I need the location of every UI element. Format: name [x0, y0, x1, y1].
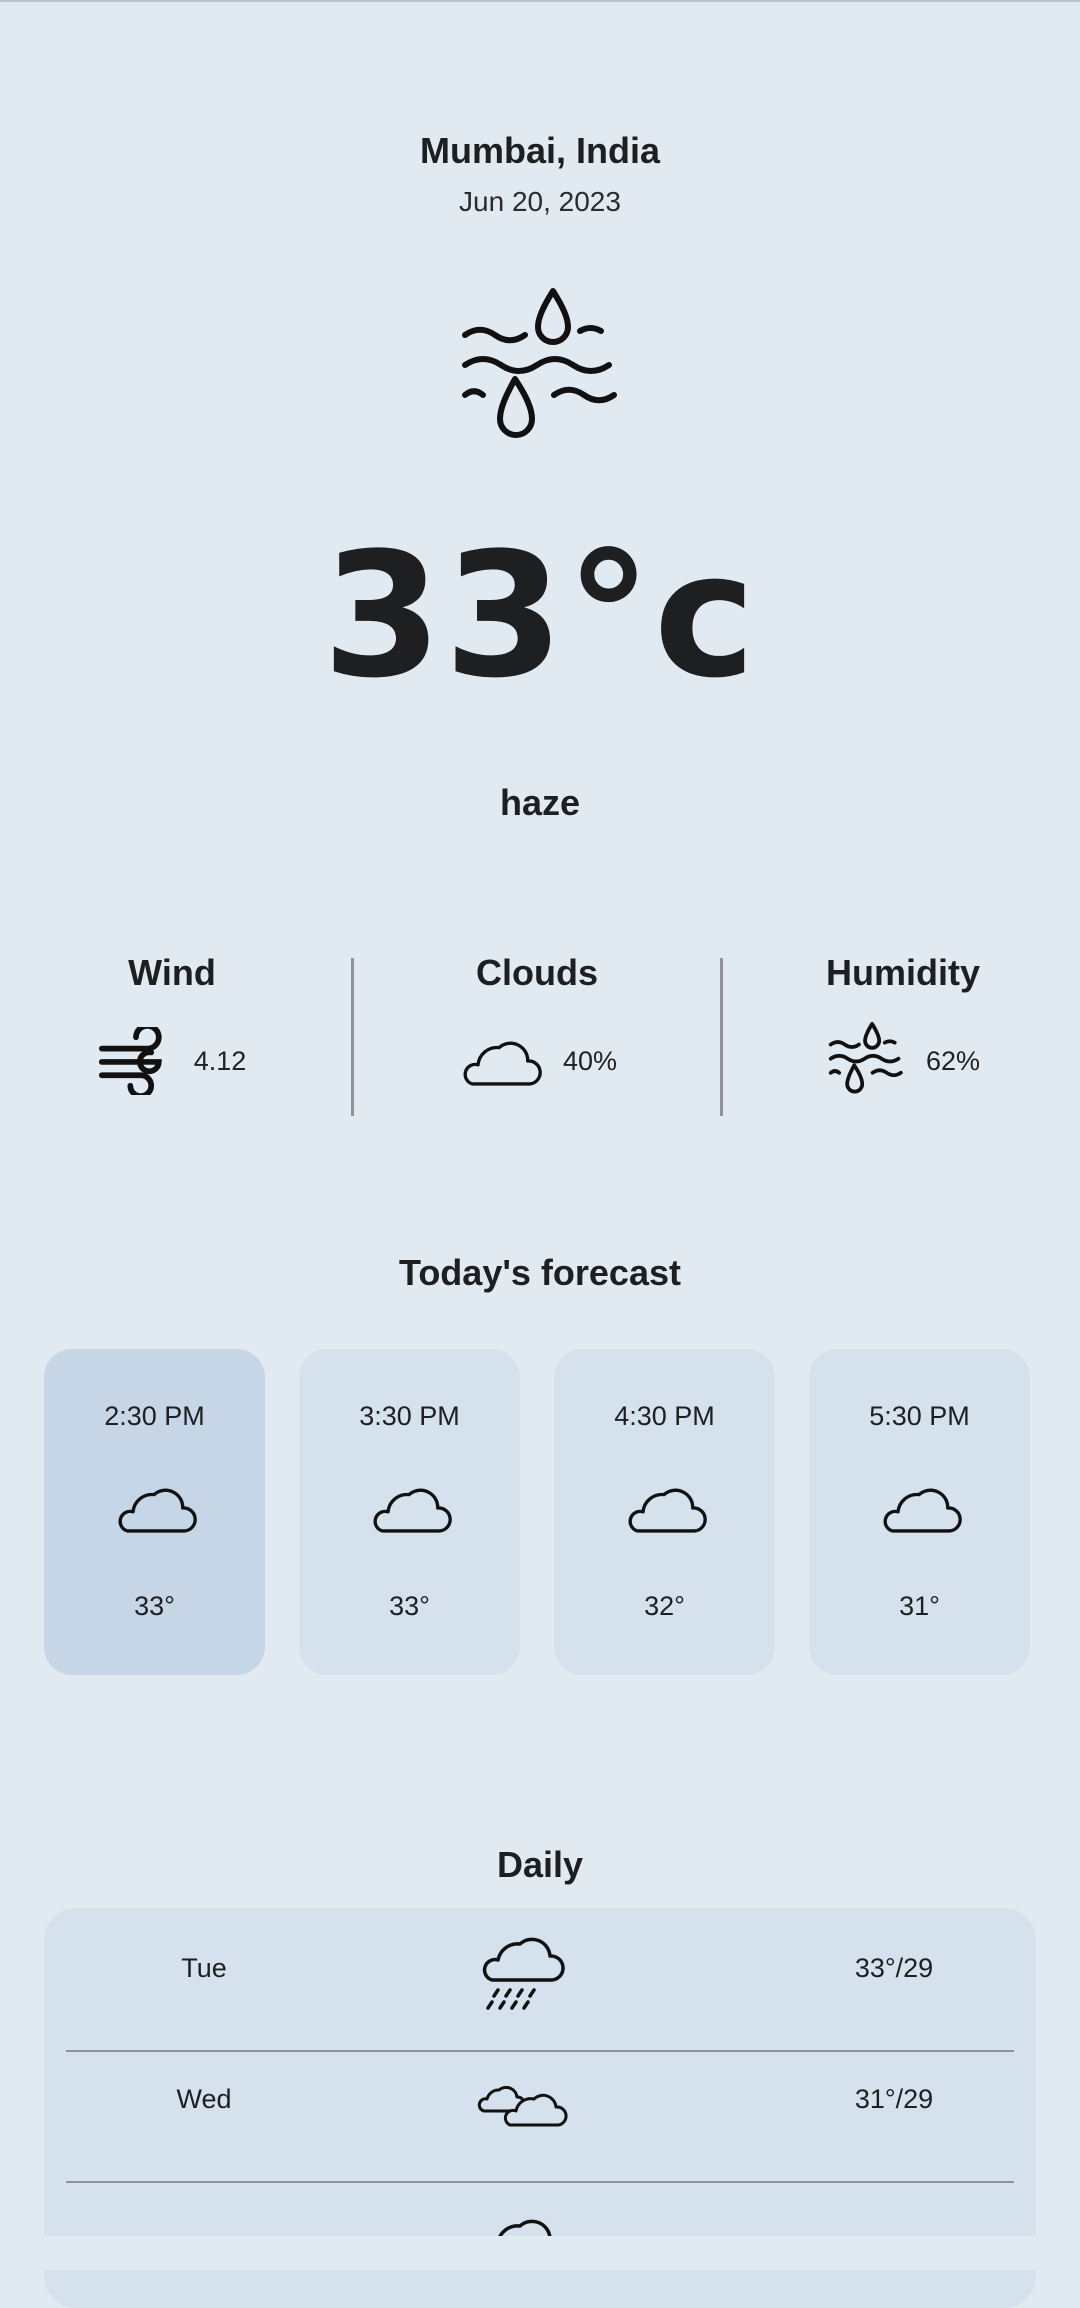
daily-temp: 33°/29	[854, 1953, 934, 1983]
current-temperature: 33°c	[322, 515, 758, 716]
stat-divider	[720, 958, 723, 1116]
cloud-icon	[367, 1479, 453, 1539]
cloud-icon	[457, 1032, 543, 1090]
wind-value: 4.12	[193, 1045, 247, 1076]
humidity-stat: Humidity 62%	[753, 955, 1053, 1101]
forecast-time: 5:30 PM	[869, 1401, 970, 1431]
current-condition: haze	[499, 782, 581, 823]
haze-icon	[826, 1021, 906, 1101]
daily-title: Daily	[496, 1844, 584, 1885]
cloud-icon	[622, 1479, 708, 1539]
forecast-time: 4:30 PM	[614, 1401, 715, 1431]
wind-icon	[98, 1027, 174, 1095]
daily-day: Wed	[176, 2084, 232, 2114]
two-clouds-icon	[474, 2067, 570, 2141]
daily-day: Tue	[181, 1953, 227, 1983]
forecast-card[interactable]: 5:30 PM 31°	[809, 1349, 1030, 1675]
clouds-value: 40%	[562, 1045, 618, 1076]
location-title: Mumbai, India	[419, 130, 660, 171]
top-border	[0, 0, 1080, 2]
daily-temp: 31°/29	[854, 2084, 934, 2114]
humidity-title: Humidity	[825, 952, 980, 993]
haze-icon	[455, 285, 625, 455]
location-date: Jun 20, 2023	[459, 186, 621, 217]
cloud-icon	[112, 1479, 198, 1539]
forecast-card[interactable]: 2:30 PM 33°	[44, 1349, 265, 1675]
stat-divider	[351, 958, 354, 1116]
forecast-temp: 33°	[134, 1591, 175, 1621]
wind-title: Wind	[128, 952, 216, 993]
forecast-card[interactable]: 4:30 PM 32°	[554, 1349, 775, 1675]
forecast-temp: 33°	[389, 1591, 430, 1621]
forecast-card[interactable]: 3:30 PM 33°	[299, 1349, 520, 1675]
forecast-time: 3:30 PM	[359, 1401, 460, 1431]
daily-row[interactable]	[44, 2170, 1036, 2300]
clouds-stat: Clouds 40%	[387, 955, 687, 1101]
forecast-time: 2:30 PM	[104, 1401, 205, 1431]
wind-stat: Wind 4.12	[22, 955, 322, 1101]
forecast-temp: 32°	[644, 1591, 685, 1621]
daily-row[interactable]: Tue 33°/29	[44, 1908, 1036, 2038]
cloud-icon	[877, 1479, 963, 1539]
page-bottom	[0, 2236, 1080, 2270]
daily-row[interactable]: Wed 31°/29	[44, 2039, 1036, 2169]
rain-cloud-icon	[474, 1936, 570, 2010]
clouds-title: Clouds	[476, 952, 598, 993]
humidity-value: 62%	[925, 1045, 981, 1076]
forecast-title: Today's forecast	[399, 1252, 681, 1293]
forecast-temp: 31°	[899, 1591, 940, 1621]
